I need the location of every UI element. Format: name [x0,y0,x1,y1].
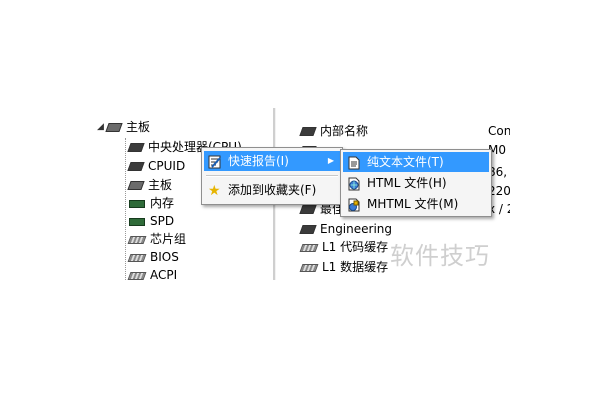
tree-item-cpuid[interactable]: CPUID [127,157,186,175]
tree-item-label: 内存 [150,196,175,210]
collapse-arrow-icon[interactable]: ◢ [97,122,104,132]
submenu-item-mhtml-file[interactable]: MHTML 文件(M) [343,194,489,214]
tree-item-memory[interactable]: 内存 [129,194,174,212]
property-label: L1 数据缓存 [322,260,389,274]
star-icon: ★ [208,182,221,199]
submenu-item-label: MHTML 文件(M) [367,197,459,211]
motherboard-icon [127,181,145,190]
tree-item-spd[interactable]: SPD [129,212,174,230]
tree-item-bios[interactable]: BIOS [127,248,179,266]
tree-item-chipset[interactable]: 芯片组 [127,230,187,248]
tree-item-acpi[interactable]: ACPI [127,266,178,280]
menu-item-label: 快速报告(I) [228,154,289,168]
submenu-item-html-file[interactable]: HTML 文件(H) [343,173,489,193]
property-row[interactable]: L1 数据缓存 [299,258,389,276]
quick-report-submenu: 纯文本文件(T) HTML 文件(H) MHTML 文件(M) [340,149,492,217]
tree-item-label: 主板 [148,178,173,192]
property-row[interactable]: L1 代码缓存 [299,238,389,256]
menu-item-quick-report[interactable]: 快速报告(I) ▶ [204,151,340,171]
property-row[interactable]: 内部名称 [299,122,369,140]
report-icon [208,155,222,169]
property-icon [299,225,317,234]
chipset-icon [127,235,147,244]
menu-item-add-favorite[interactable]: ★ 添加到收藏夹(F) [204,180,340,200]
tree-item-label: 芯片组 [150,232,187,246]
html-file-icon [347,177,361,191]
property-row[interactable]: Engineering [299,220,392,238]
cpu-chip-icon [127,162,145,171]
submenu-item-label: HTML 文件(H) [367,176,447,190]
tree-root-label: 主板 [126,120,151,134]
tree-guide-line [125,138,126,280]
tree-item-label: SPD [150,214,175,228]
tree-item-label: CPUID [148,159,186,173]
property-icon [299,127,317,136]
motherboard-icon [105,123,123,132]
submenu-item-label: 纯文本文件(T) [367,155,444,169]
cpu-chip-icon [127,143,145,152]
tree-item-motherboard[interactable]: 主板 [127,176,173,194]
property-label: L1 代码缓存 [322,240,389,254]
tree-item-label: ACPI [150,268,178,280]
tree-root-motherboard[interactable]: 主板 [105,118,151,136]
context-menu: 快速报告(I) ▶ ★ 添加到收藏夹(F) [201,147,343,205]
tree-item-label: BIOS [150,250,179,264]
memory-module-icon [129,199,145,208]
submenu-arrow-icon: ▶ [327,156,334,165]
acpi-icon [127,271,147,280]
property-value: Conr [488,124,510,138]
cache-icon [299,243,319,252]
watermark-text: 软件技巧 [390,242,490,270]
submenu-item-text-file[interactable]: 纯文本文件(T) [343,152,489,172]
memory-module-icon [129,217,145,226]
property-label: 内部名称 [320,124,369,138]
bios-icon [127,253,147,262]
property-icon [299,205,317,214]
menu-item-label: 添加到收藏夹(F) [228,183,317,197]
text-file-icon [347,156,361,170]
cache-icon [299,263,319,272]
menu-separator [206,175,338,177]
mhtml-file-icon [347,198,361,212]
property-label: Engineering [320,222,392,236]
